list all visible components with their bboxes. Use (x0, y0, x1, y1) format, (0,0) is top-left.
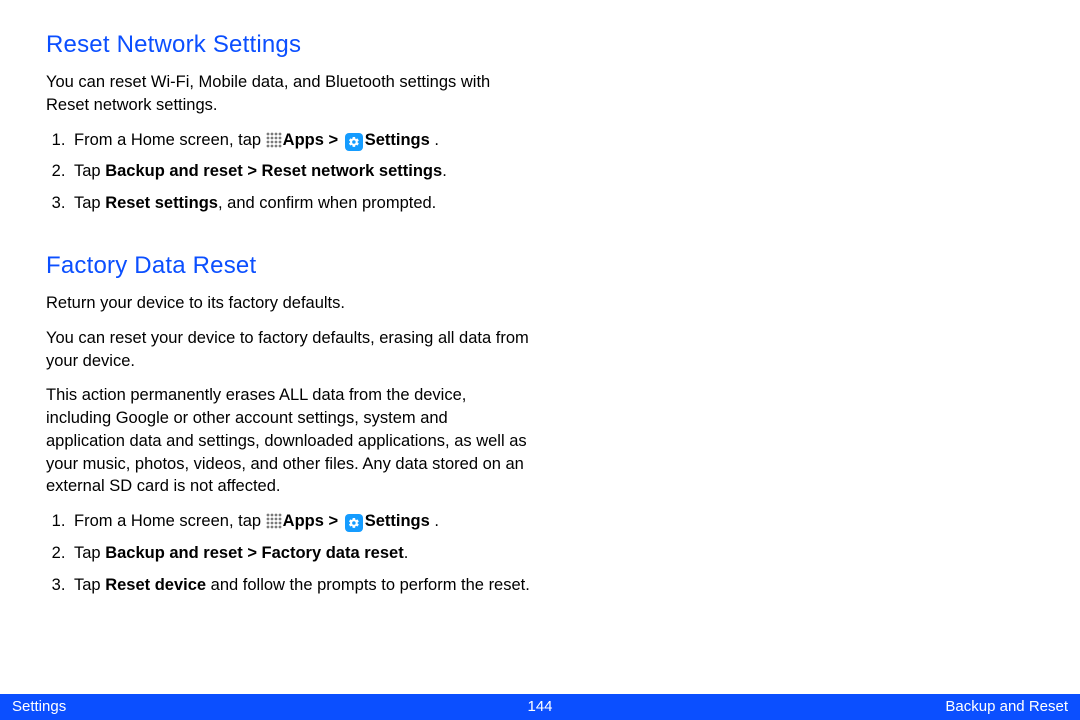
footer-right: Backup and Reset (553, 697, 1068, 718)
step-bold: Reset settings (105, 194, 218, 212)
para-factory-2: You can reset your device to factory def… (46, 327, 530, 373)
footer-bar: Settings 144 Backup and Reset (0, 694, 1080, 720)
step-bold: Reset device (105, 576, 206, 594)
step-item: From a Home screen, tap Apps > Settings … (70, 129, 530, 152)
step-text: Tap (74, 544, 105, 562)
heading-factory-reset: Factory Data Reset (46, 249, 530, 282)
step-text: From a Home screen, tap (74, 131, 266, 149)
apps-label: Apps > (283, 131, 343, 149)
settings-icon (345, 133, 363, 151)
settings-label: Settings (365, 512, 430, 530)
step-text: . (430, 131, 439, 149)
para-factory-3: This action permanently erases ALL data … (46, 384, 530, 498)
settings-icon (345, 514, 363, 532)
apps-label: Apps > (283, 512, 343, 530)
steps-reset-network: From a Home screen, tap Apps > Settings … (70, 129, 530, 215)
step-item: Tap Reset settings, and confirm when pro… (70, 192, 530, 215)
step-item: Tap Backup and reset > Reset network set… (70, 160, 530, 183)
step-item: Tap Backup and reset > Factory data rese… (70, 542, 530, 565)
step-text: . (442, 162, 447, 180)
step-item: Tap Reset device and follow the prompts … (70, 574, 530, 597)
step-bold: Backup and reset > Factory data reset (105, 544, 404, 562)
step-text: and follow the prompts to perform the re… (206, 576, 530, 594)
settings-label: Settings (365, 131, 430, 149)
step-text: Tap (74, 194, 105, 212)
step-bold: Backup and reset > Reset network setting… (105, 162, 442, 180)
page-content: Reset Network Settings You can reset Wi-… (0, 0, 1080, 596)
para-factory-1: Return your device to its factory defaul… (46, 292, 530, 315)
content-column: Reset Network Settings You can reset Wi-… (0, 28, 530, 596)
footer-left: Settings (12, 697, 527, 718)
step-text: From a Home screen, tap (74, 512, 266, 530)
steps-factory-reset: From a Home screen, tap Apps > Settings … (70, 510, 530, 596)
footer-page-number: 144 (527, 697, 552, 718)
step-item: From a Home screen, tap Apps > Settings … (70, 510, 530, 533)
step-text: . (430, 512, 439, 530)
apps-icon (266, 132, 282, 148)
step-text: , and confirm when prompted. (218, 194, 436, 212)
apps-icon (266, 513, 282, 529)
step-text: Tap (74, 576, 105, 594)
step-text: Tap (74, 162, 105, 180)
step-text: . (404, 544, 409, 562)
intro-reset-network: You can reset Wi-Fi, Mobile data, and Bl… (46, 71, 530, 117)
heading-reset-network: Reset Network Settings (46, 28, 530, 61)
